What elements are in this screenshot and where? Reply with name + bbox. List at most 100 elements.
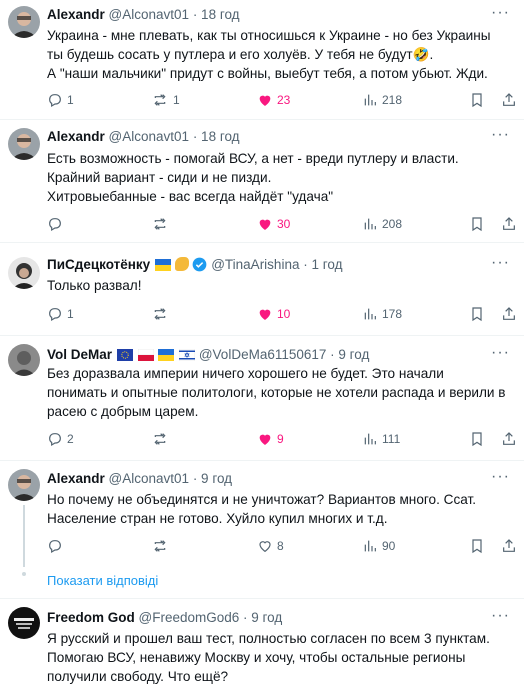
views-icon — [364, 540, 376, 552]
more-options-icon[interactable]: ··· — [491, 607, 510, 625]
tweet-text: Без доразвала империи ничего хорошего не… — [47, 364, 519, 421]
share-button[interactable] — [501, 305, 517, 323]
verified-badge-icon — [193, 257, 207, 272]
heart-icon — [259, 219, 271, 230]
avatar[interactable] — [8, 607, 40, 639]
tweet-text: Украина - мне плевать, как ты относишься… — [47, 26, 519, 83]
tweet-text-line: Но почему не объединятся и не уничтожат?… — [47, 492, 477, 507]
eu-flag-icon — [116, 349, 133, 361]
bookmark-button[interactable] — [469, 215, 485, 233]
author-handle[interactable]: @VolDeMa61150617 — [199, 347, 327, 362]
bookmark-button[interactable] — [469, 537, 485, 555]
more-options-icon[interactable]: ··· — [491, 254, 510, 272]
repost-button[interactable] — [151, 215, 173, 233]
author-name[interactable]: Freedom God — [47, 610, 135, 625]
view-count: 90 — [382, 539, 396, 553]
bookmark-icon — [472, 432, 482, 447]
share-button[interactable] — [501, 430, 517, 448]
bookmark-button[interactable] — [469, 430, 485, 448]
reply-button[interactable]: 1 — [47, 91, 74, 109]
tweet-actions: 30 208 — [47, 215, 517, 233]
reply-icon — [49, 433, 61, 447]
bookmark-icon — [472, 307, 482, 322]
views-button[interactable]: 208 — [362, 215, 402, 233]
author-handle[interactable]: @Alconavt01 — [109, 129, 190, 144]
view-count: 111 — [382, 432, 401, 446]
reply-count: 1 — [67, 307, 74, 321]
repost-count: 1 — [173, 93, 180, 107]
avatar[interactable] — [8, 257, 40, 289]
tweet[interactable]: Alexandr @Alconavt01 · 18 год ··· Есть в… — [0, 120, 524, 242]
like-button[interactable]: 30 — [257, 215, 290, 233]
reply-button[interactable] — [47, 537, 67, 555]
author-name[interactable]: Alexandr — [47, 7, 105, 22]
like-button[interactable]: 23 — [257, 91, 290, 109]
author-handle[interactable]: @FreedomGod6 — [139, 610, 240, 625]
tweet-text: Только развал! — [47, 276, 519, 295]
reply-button[interactable]: 2 — [47, 430, 74, 448]
tweet-text-line: понимать и опытные политологи, которые н… — [47, 385, 506, 400]
avatar[interactable] — [8, 469, 40, 501]
view-count: 208 — [382, 217, 403, 231]
timestamp[interactable]: · 9 год — [193, 471, 232, 486]
bookmark-button[interactable] — [469, 91, 485, 109]
timestamp[interactable]: · 9 год — [243, 610, 282, 625]
tweet[interactable]: Alexandr @Alconavt01 · 9 год ··· Но поче… — [0, 461, 524, 596]
tweet[interactable]: ПиСдецкотёнку @TinaArishina · 1 год ··· … — [0, 243, 524, 335]
like-button[interactable]: 10 — [257, 305, 290, 323]
avatar[interactable] — [8, 128, 40, 160]
more-options-icon[interactable]: ··· — [491, 126, 510, 144]
repost-button[interactable] — [151, 537, 173, 555]
repost-button[interactable] — [151, 430, 173, 448]
views-button[interactable]: 218 — [362, 91, 402, 109]
heart-icon — [259, 434, 271, 445]
author-handle[interactable]: @Alconavt01 — [109, 7, 190, 22]
share-button[interactable] — [501, 215, 517, 233]
timestamp[interactable]: · 9 год — [330, 347, 369, 362]
like-button[interactable]: 9 — [257, 430, 284, 448]
reply-count: 1 — [67, 93, 74, 107]
tweet[interactable]: Freedom God @FreedomGod6 · 9 год ··· Я р… — [0, 599, 524, 685]
repost-button[interactable]: 1 — [151, 91, 180, 109]
ukraine-flag-icon — [158, 349, 175, 361]
reply-button[interactable]: 1 — [47, 305, 74, 323]
share-button[interactable] — [501, 537, 517, 555]
views-button[interactable]: 178 — [362, 305, 402, 323]
more-options-icon[interactable]: ··· — [491, 4, 510, 22]
views-button[interactable]: 111 — [362, 430, 400, 448]
share-button[interactable] — [501, 91, 517, 109]
bookmark-icon — [472, 539, 482, 554]
reply-button[interactable] — [47, 215, 67, 233]
author-handle[interactable]: @Alconavt01 — [109, 471, 190, 486]
repost-button[interactable] — [151, 305, 173, 323]
like-count: 9 — [277, 432, 284, 446]
author-name[interactable]: ПиСдецкотёнку — [47, 257, 150, 272]
tweet[interactable]: Vol DeMar @VolDeMa61150617 · 9 год ··· Б… — [0, 336, 524, 460]
avatar[interactable] — [8, 6, 40, 38]
like-button[interactable]: 8 — [257, 537, 284, 555]
views-icon — [364, 218, 376, 230]
tweet-text: Есть возможность - помогай ВСУ, а нет - … — [47, 149, 519, 206]
author-name[interactable]: Alexandr — [47, 471, 105, 486]
tweet-text-line: Крайний вариант - сиди и не пизди. — [47, 170, 272, 185]
timestamp[interactable]: · 18 год — [193, 129, 240, 144]
tweet-text-line: Я русский и прошел ваш тест, полностью с… — [47, 631, 490, 646]
show-replies-link[interactable]: Показати відповіді — [47, 573, 158, 588]
more-options-icon[interactable]: ··· — [491, 468, 510, 486]
timestamp[interactable]: · 18 год — [193, 7, 240, 22]
reply-icon — [49, 218, 61, 232]
avatar[interactable] — [8, 344, 40, 376]
repost-icon — [154, 433, 166, 445]
timestamp[interactable]: · 1 год — [303, 257, 342, 272]
tweet-text: Но почему не объединятся и не уничтожат?… — [47, 490, 519, 528]
author-handle[interactable]: @TinaArishina — [211, 257, 299, 272]
more-options-icon[interactable]: ··· — [491, 344, 510, 362]
author-name[interactable]: Alexandr — [47, 129, 105, 144]
flexed-biceps-icon — [174, 257, 189, 271]
views-button[interactable]: 90 — [362, 537, 395, 555]
author-name[interactable]: Vol DeMar — [47, 347, 112, 362]
tweet[interactable]: Alexandr @Alconavt01 · 18 год ··· Украин… — [0, 0, 524, 119]
like-count: 10 — [277, 307, 291, 321]
tweet-text-line: Хитровыебанные - вас всегда найдёт "удач… — [47, 189, 334, 204]
bookmark-button[interactable] — [469, 305, 485, 323]
